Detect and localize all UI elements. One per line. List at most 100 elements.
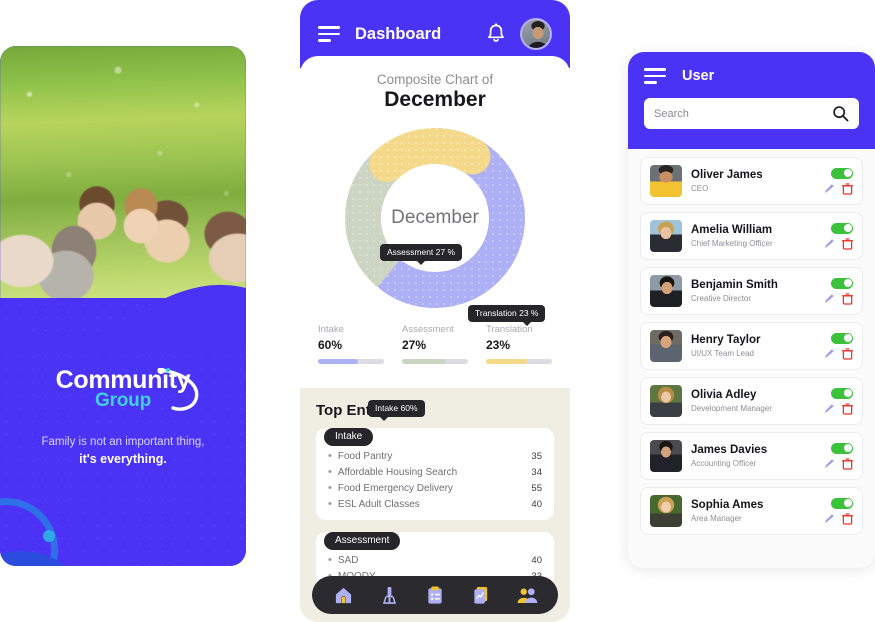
- status-toggle[interactable]: [831, 277, 853, 289]
- status-toggle[interactable]: [831, 497, 853, 509]
- user-info: Henry Taylor UI/UX Team Lead: [691, 334, 824, 359]
- user-panel: User Oliver James CEO: [628, 52, 875, 568]
- top-entries-section: Top Entries Intake • Food Pantry 35 • Af…: [300, 388, 570, 592]
- entry-label: Affordable Housing Search: [337, 466, 458, 478]
- user-role: Creative Director: [691, 294, 752, 304]
- hamburger-icon[interactable]: [644, 68, 666, 84]
- list-item[interactable]: • Food Emergency Delivery 55: [328, 480, 542, 496]
- entry-label: ESL Adult Classes: [337, 498, 420, 510]
- table-row[interactable]: Olivia Adley Development Manager: [640, 377, 863, 425]
- avatar: [650, 220, 682, 252]
- trash-icon[interactable]: [842, 237, 853, 250]
- avatar: [650, 385, 682, 417]
- nav-users-group-icon[interactable]: [514, 582, 540, 608]
- user-role: Development Manager: [691, 404, 772, 414]
- search-icon[interactable]: [832, 105, 849, 122]
- avatar: [650, 275, 682, 307]
- status-toggle[interactable]: [831, 332, 853, 344]
- pencil-icon[interactable]: [824, 238, 835, 249]
- user-panel-header-top: User: [644, 68, 859, 84]
- chart-title: December: [384, 88, 486, 111]
- status-toggle[interactable]: [831, 222, 853, 234]
- legend-progress-bar: [402, 359, 468, 364]
- user-info: Benjamin Smith Creative Director: [691, 279, 824, 304]
- trash-icon[interactable]: [842, 402, 853, 415]
- tooltip-intake: Intake 60%: [368, 400, 425, 420]
- group-chip: Assessment: [324, 532, 401, 550]
- pencil-icon[interactable]: [824, 458, 835, 469]
- onboarding-card: Community Group Family is not an importa…: [0, 46, 246, 566]
- table-row[interactable]: Benjamin Smith Creative Director: [640, 267, 863, 315]
- user-info: James Davies Accounting Officer: [691, 444, 824, 469]
- row-icon-group: [824, 402, 853, 415]
- entry-label: SAD: [337, 554, 359, 566]
- nav-microscope-icon[interactable]: [376, 582, 402, 608]
- table-row[interactable]: James Davies Accounting Officer: [640, 432, 863, 480]
- user-name: Henry Taylor: [691, 333, 761, 346]
- entry-count: 35: [531, 450, 542, 462]
- row-actions: [824, 442, 853, 470]
- wave-divider: [0, 284, 246, 344]
- nav-home-icon[interactable]: [330, 582, 356, 608]
- list-item[interactable]: • Affordable Housing Search 34: [328, 464, 542, 480]
- entry-label: Food Emergency Delivery: [337, 482, 453, 494]
- user-name: James Davies: [691, 443, 768, 456]
- trash-icon[interactable]: [842, 292, 853, 305]
- status-toggle[interactable]: [831, 167, 853, 179]
- bottom-navigation: [312, 576, 558, 614]
- row-icon-group: [824, 457, 853, 470]
- user-role: Chief Marketing Officer: [691, 239, 773, 249]
- hamburger-icon[interactable]: [318, 26, 340, 42]
- list-item[interactable]: • Food Pantry 35: [328, 448, 542, 464]
- donut-svg: [345, 128, 525, 308]
- pencil-icon[interactable]: [824, 293, 835, 304]
- bullet-icon: •: [328, 497, 332, 510]
- nav-report-chart-icon[interactable]: [468, 582, 494, 608]
- pencil-icon[interactable]: [824, 183, 835, 194]
- table-row[interactable]: Amelia William Chief Marketing Officer: [640, 212, 863, 260]
- trash-icon[interactable]: [842, 512, 853, 525]
- user-panel-title: User: [682, 68, 715, 84]
- search-input[interactable]: [654, 107, 832, 120]
- chart-subtitle: Composite Chart of: [376, 72, 494, 87]
- user-role: CEO: [691, 184, 709, 194]
- tooltip-assessment: Assessment 27 %: [380, 244, 463, 264]
- status-toggle[interactable]: [831, 387, 853, 399]
- decor-circle-small: [43, 530, 55, 542]
- list-item[interactable]: • ESL Adult Classes 40: [328, 496, 542, 512]
- list-item[interactable]: • SAD 40: [328, 552, 542, 568]
- row-actions: [824, 497, 853, 525]
- trash-icon[interactable]: [842, 457, 853, 470]
- swoosh-icon: [157, 368, 199, 411]
- entry-group-intake: Intake • Food Pantry 35 • Affordable Hou…: [316, 428, 554, 520]
- legend-label: Translation: [486, 324, 533, 335]
- status-toggle[interactable]: [831, 442, 853, 454]
- nav-clipboard-list-icon[interactable]: [422, 582, 448, 608]
- table-row[interactable]: Sophia Ames Area Manager: [640, 487, 863, 535]
- entry-count: 40: [531, 498, 542, 510]
- row-actions: [824, 332, 853, 360]
- table-row[interactable]: Oliver James CEO: [640, 157, 863, 205]
- row-icon-group: [824, 182, 853, 195]
- tagline-line-1: Family is not an important thing,: [41, 436, 205, 448]
- avatar: [650, 165, 682, 197]
- pencil-icon[interactable]: [824, 348, 835, 359]
- trash-icon[interactable]: [842, 182, 853, 195]
- avatar: [650, 495, 682, 527]
- bullet-icon: •: [328, 465, 332, 478]
- pencil-icon[interactable]: [824, 513, 835, 524]
- table-row[interactable]: Henry Taylor UI/UX Team Lead: [640, 322, 863, 370]
- user-name: Benjamin Smith: [691, 278, 778, 291]
- row-icon-group: [824, 237, 853, 250]
- search-bar[interactable]: [644, 98, 859, 129]
- tagline: Family is not an important thing, it's e…: [0, 434, 246, 469]
- app-screenshot: Community Group Family is not an importa…: [0, 0, 875, 622]
- pencil-icon[interactable]: [824, 403, 835, 414]
- brand-logo: Community Group: [0, 366, 246, 412]
- trash-icon[interactable]: [842, 347, 853, 360]
- group-chip: Intake: [324, 428, 374, 446]
- chart-legend: Intake 60% Assessment 27% Translation 23…: [300, 324, 570, 364]
- user-avatar[interactable]: [520, 18, 552, 50]
- user-role: UI/UX Team Lead: [691, 349, 754, 359]
- notification-bell-icon[interactable]: [486, 23, 506, 45]
